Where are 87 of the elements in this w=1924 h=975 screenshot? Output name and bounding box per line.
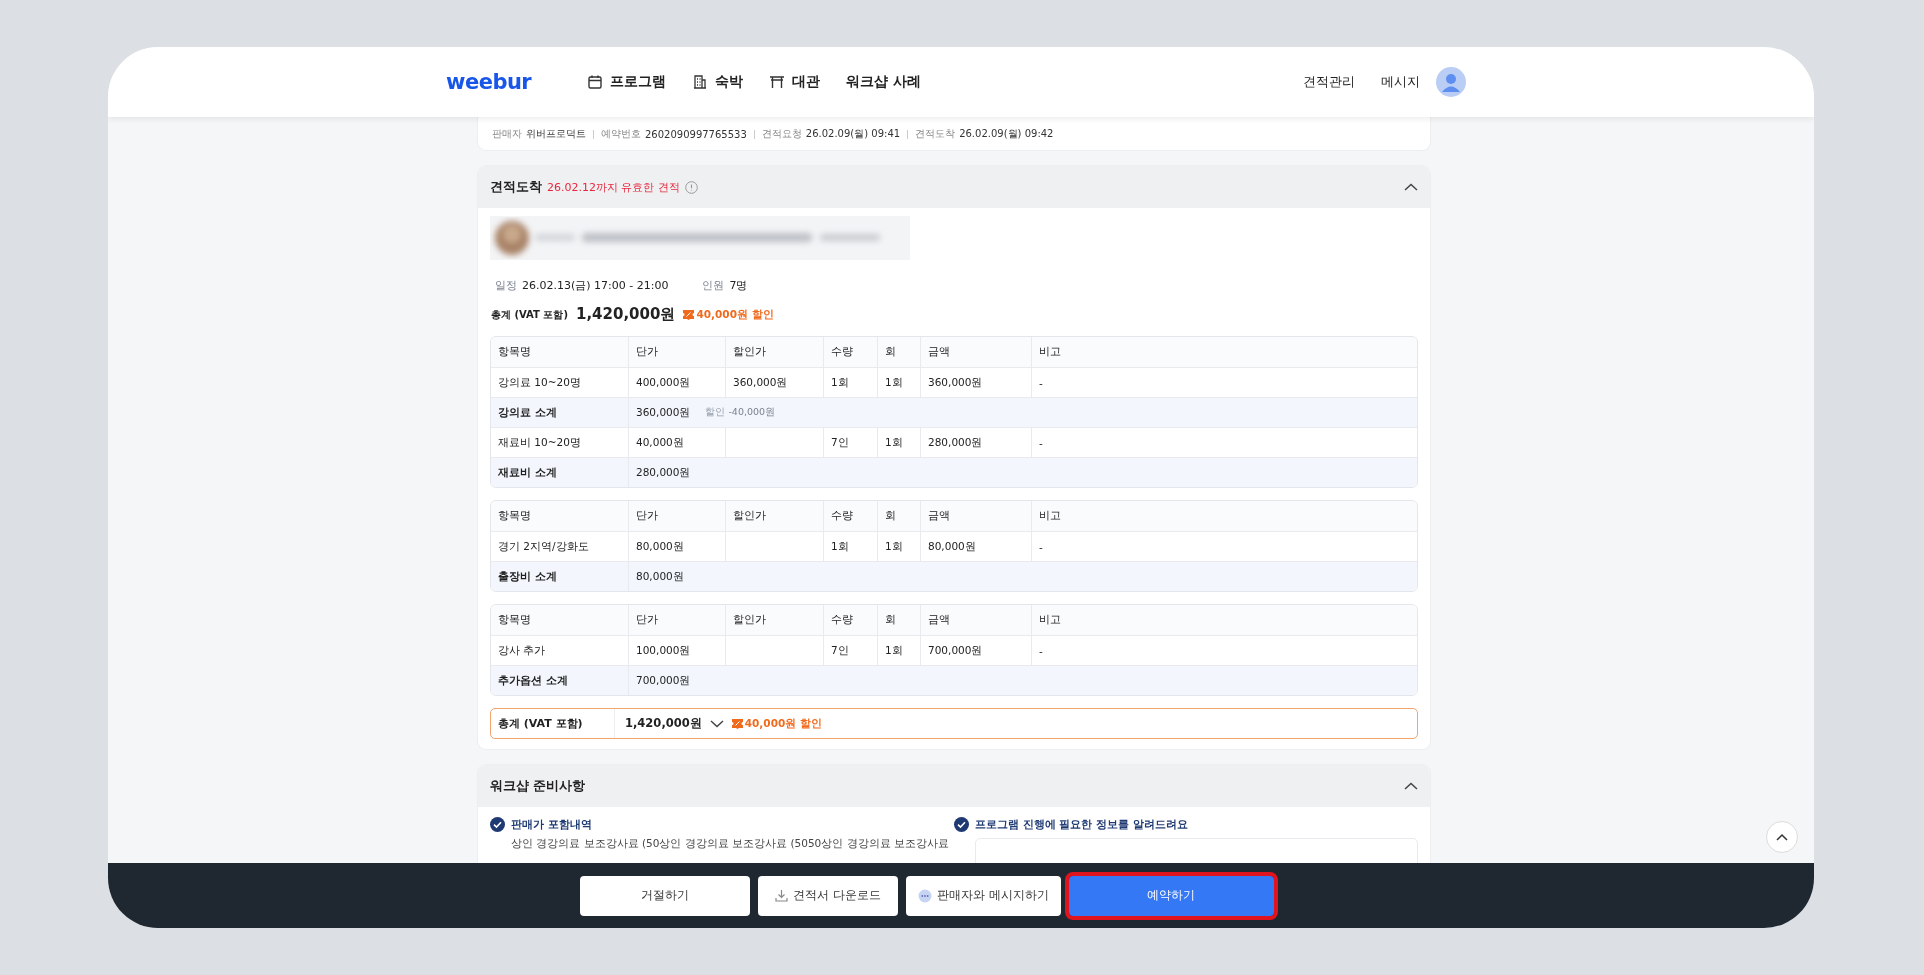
meta-label: 견적도착 (915, 127, 956, 141)
check-circle-icon (954, 817, 969, 832)
column-header: 단가 (628, 605, 725, 635)
column-header: 수량 (823, 501, 877, 531)
column-header: 금액 (920, 501, 1031, 531)
subtotal-label: 재료비 소계 (497, 464, 558, 480)
column-header: 비고 (1031, 337, 1417, 367)
download-icon (775, 889, 789, 902)
calendar-icon (587, 74, 604, 90)
column-header: 단가 (628, 337, 725, 367)
subtotal-amount: 700,000원 (636, 673, 691, 688)
checklist-title: 판매가 포함내역 (511, 817, 592, 832)
discount-text: 40,000원 할인 (696, 307, 774, 322)
total-label: 총계 (VAT 포함) (491, 307, 568, 322)
chevron-up-icon (1776, 833, 1788, 841)
column-header: 할인가 (725, 337, 823, 367)
column-header: 단가 (628, 501, 725, 531)
section-title: 워크샵 준비사항 (490, 777, 586, 795)
subtotal-label: 출장비 소계 (497, 568, 558, 584)
nav-link[interactable]: 대관 (769, 73, 821, 91)
column-header: 항목명 (497, 612, 532, 627)
column-header: 회 (877, 605, 920, 635)
discount-text: 40,000원 할인 (744, 716, 822, 731)
column-header: 금액 (920, 605, 1031, 635)
meta-value: 26.02.09(월) 09:42 (959, 127, 1054, 141)
meta-label: 견적요청 (761, 127, 802, 141)
meta-label: 판매자 (492, 127, 522, 141)
info-label: 인원 (702, 279, 725, 292)
building-icon (692, 74, 709, 90)
chevron-up-icon[interactable] (1404, 782, 1418, 790)
coupon-icon (731, 718, 743, 729)
chevron-down-icon[interactable] (709, 719, 724, 728)
subtotal-label: 추가옵션 소계 (497, 672, 569, 688)
check-circle-icon (490, 817, 505, 832)
meta-label: 예약번호 (601, 127, 641, 141)
discount-label: 할인 (705, 406, 726, 417)
action-button[interactable]: 판매자와 메시지하기 (906, 875, 1061, 916)
gate-icon (769, 74, 786, 90)
meta-value: 위버프로덕트 (526, 127, 586, 141)
action-button[interactable]: 거절하기 (580, 875, 750, 916)
info-icon (685, 180, 698, 194)
total-amount: 1,420,000원 (575, 305, 676, 324)
table-cell-text: 강의료 10~20명 (497, 374, 582, 390)
info-label: 일정 (495, 279, 517, 292)
chat-icon (918, 888, 932, 903)
column-header: 회 (877, 337, 920, 367)
column-header: 비고 (1031, 501, 1417, 531)
nav-link[interactable]: 워크샵 사례 (846, 73, 922, 91)
column-header: 수량 (823, 605, 877, 635)
nav-link[interactable]: 숙박 (692, 73, 744, 91)
coupon-icon (683, 309, 695, 320)
checklist-title: 프로그램 진행에 필요한 정보를 알려드려요 (975, 817, 1188, 832)
table-cell-text: 강사 추가 (497, 642, 547, 658)
column-header: 비고 (1031, 605, 1417, 635)
meta-value: 2602090997765533 (645, 128, 747, 140)
chevron-up-icon[interactable] (1404, 183, 1418, 191)
meta-value: 26.02.09(월) 09:41 (805, 127, 901, 141)
header-link[interactable]: 견적관리 (1303, 73, 1355, 91)
section-header[interactable]: 견적도착 26.02.12까지 유효한 견적 (478, 166, 1430, 208)
header-link[interactable]: 메시지 (1381, 73, 1420, 91)
checklist-text: 상인 경강의료 보조강사료 (50상인 경강의료 보조강사료 (5050상인 경강의료 보조강사료 (511, 837, 950, 851)
subtotal-amount: 360,000원 (636, 405, 691, 420)
info-value: 7명 (729, 279, 748, 292)
total-amount: 1,420,000원 (625, 716, 702, 731)
validity-text: 26.02.12까지 유효한 견적 (547, 179, 680, 195)
column-header: 항목명 (497, 344, 532, 359)
subtotal-amount: 80,000원 (636, 569, 684, 584)
info-value: 26.02.13(금) 17:00 - 21:00 (522, 279, 669, 292)
column-header: 금액 (920, 337, 1031, 367)
section-header[interactable]: 워크샵 준비사항 (478, 765, 1430, 807)
scroll-top-button[interactable] (1766, 821, 1798, 853)
column-header: 할인가 (725, 605, 823, 635)
column-header: 수량 (823, 337, 877, 367)
subtotal-amount: 280,000원 (636, 465, 691, 480)
column-header: 할인가 (725, 501, 823, 531)
table-cell-text: 재료비 10~20명 (497, 434, 582, 450)
total-label: 총계 (VAT 포함) (491, 709, 615, 738)
subtotal-label: 강의료 소계 (497, 404, 558, 420)
avatar-icon[interactable] (1436, 67, 1466, 97)
column-header: 항목명 (497, 508, 532, 523)
nav-link[interactable]: 프로그램 (587, 73, 667, 91)
discount-amount: -40,000원 (728, 406, 776, 417)
section-title: 견적도착 (490, 178, 542, 196)
column-header: 회 (877, 501, 920, 531)
action-button[interactable]: 견적서 다운로드 (758, 875, 898, 916)
table-cell-text: 경기 2지역/강화도 (497, 538, 590, 554)
logo[interactable]: weebur (446, 70, 532, 94)
